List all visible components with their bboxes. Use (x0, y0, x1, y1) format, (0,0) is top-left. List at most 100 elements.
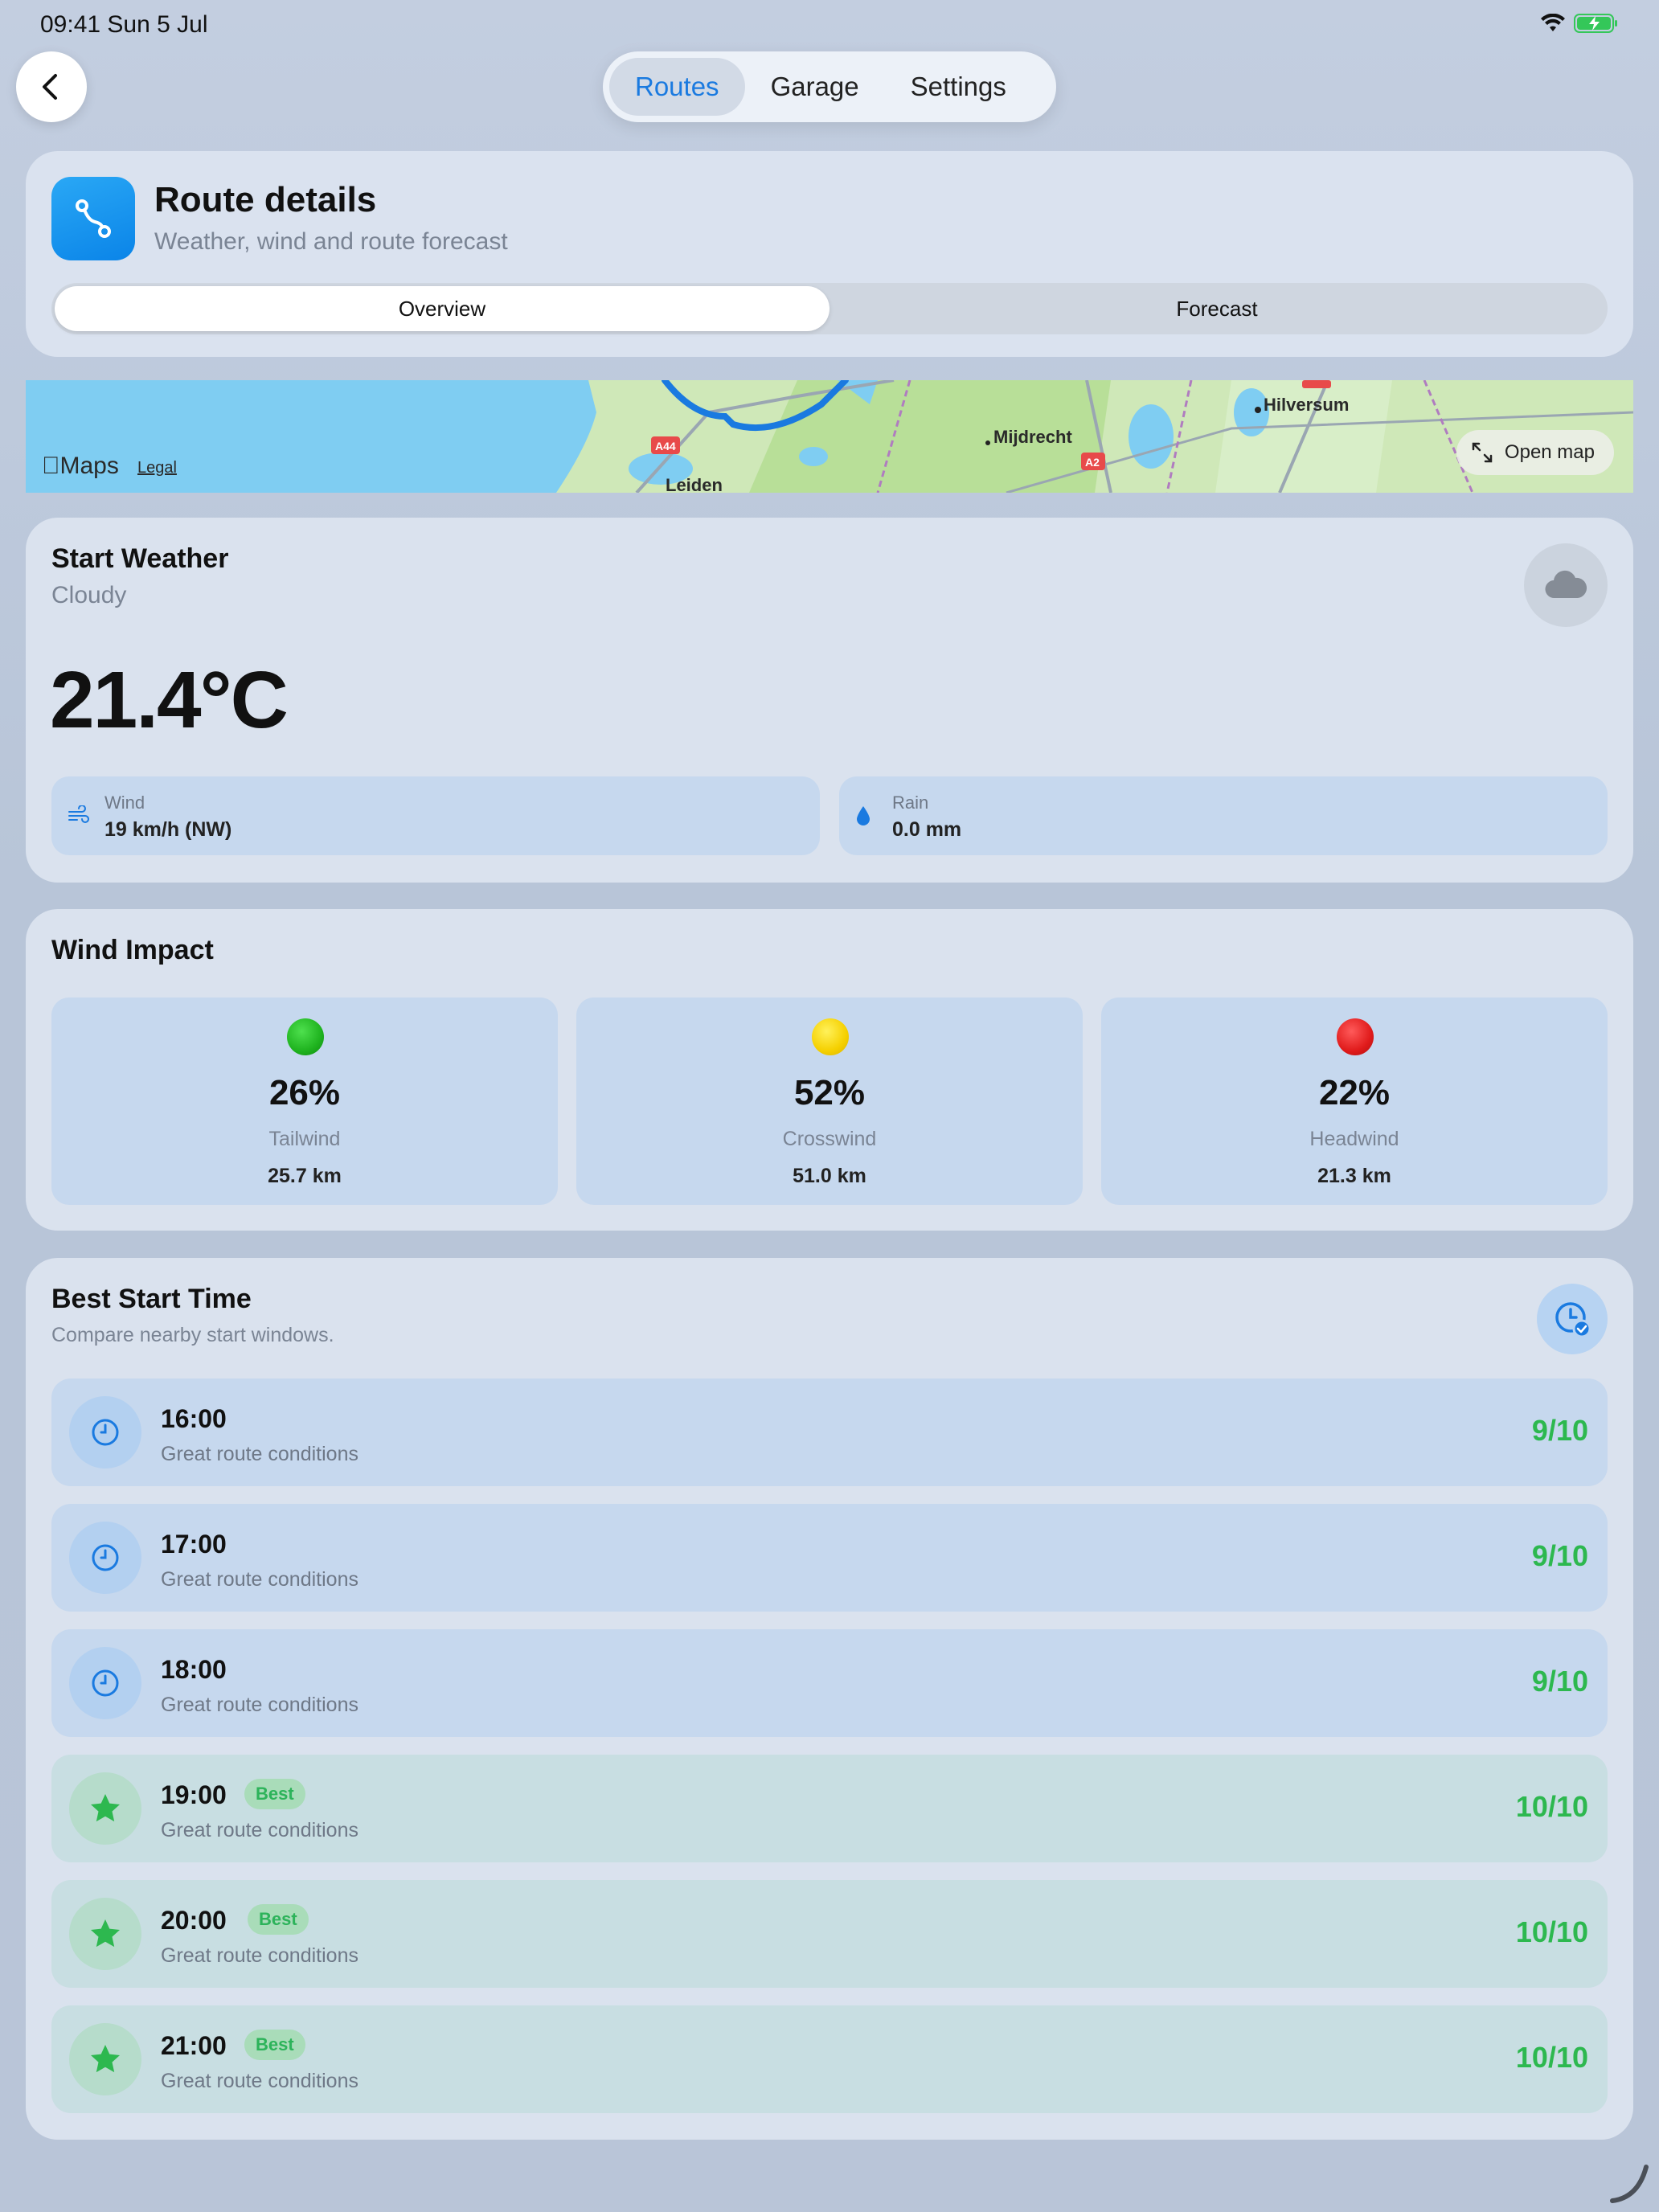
star-icon (69, 1898, 141, 1970)
best-badge: Best (248, 1904, 309, 1935)
rain-label: Rain (892, 793, 929, 813)
slot-description: Great route conditions (161, 1819, 358, 1841)
headwind-label: Headwind (1309, 1128, 1399, 1150)
status-time: 09:41 Sun 5 Jul (40, 11, 208, 38)
start-slot-1700[interactable]: 17:00 Great route conditions 9/10 (51, 1504, 1608, 1612)
page-subtitle: Weather, wind and route forecast (154, 228, 508, 255)
tailwind-indicator-icon (287, 1018, 324, 1055)
window-resize-handle[interactable] (1606, 2159, 1654, 2207)
map-label-hilversum: Hilversum (1264, 395, 1350, 415)
slot-time: 20:00 (161, 1906, 227, 1935)
wind-impact-card: Wind Impact 26% Tailwind 25.7 km 52% Cro… (26, 909, 1633, 1231)
slot-time: 16:00 (161, 1404, 227, 1433)
slot-time: 17:00 (161, 1530, 227, 1559)
view-segmented-control: Overview Forecast (51, 283, 1608, 334)
crosswind-distance: 51.0 km (793, 1165, 866, 1187)
segment-overview[interactable]: Overview (55, 286, 830, 331)
route-header-card: Route details Weather, wind and route fo… (26, 151, 1633, 357)
start-weather-card: Start Weather Cloudy 21.4°C Wind 19 km/h… (26, 518, 1633, 883)
cloud-icon (1545, 570, 1587, 599)
weather-condition-badge (1524, 543, 1608, 627)
wifi-icon (1541, 14, 1565, 31)
crosswind-label: Crosswind (782, 1128, 877, 1150)
star-icon (69, 2023, 141, 2095)
back-button[interactable] (16, 51, 87, 122)
apple-maps-logo: Maps (42, 453, 119, 479)
raindrop-icon (857, 806, 870, 825)
clock-check-icon (1555, 1302, 1591, 1338)
tab-garage[interactable]: Garage (745, 58, 885, 116)
slot-score: 10/10 (1515, 2041, 1588, 2074)
chevron-left-icon (43, 74, 57, 100)
slot-description: Great route conditions (161, 2070, 358, 2092)
temperature-value: 21.4°C (50, 655, 289, 745)
slot-description: Great route conditions (161, 1944, 358, 1967)
tailwind-box: 26% Tailwind 25.7 km (51, 997, 558, 1205)
start-slot-1900[interactable]: 19:00 Best Great route conditions 10/10 (51, 1755, 1608, 1862)
crosswind-box: 52% Crosswind 51.0 km (576, 997, 1083, 1205)
best-start-subtitle: Compare nearby start windows. (51, 1324, 334, 1346)
road-label-a44: A44 (655, 440, 676, 453)
best-badge: Best (244, 1779, 305, 1809)
tailwind-distance: 25.7 km (268, 1165, 342, 1187)
slot-description: Great route conditions (161, 1568, 358, 1591)
wind-impact-title: Wind Impact (51, 935, 214, 965)
start-slot-2100[interactable]: 21:00 Best Great route conditions 10/10 (51, 2005, 1608, 2113)
start-slot-1800[interactable]: 18:00 Great route conditions 9/10 (51, 1629, 1608, 1737)
clock-icon (69, 1522, 141, 1594)
map-tiles (556, 380, 1633, 493)
map-label-leiden: Leiden (666, 475, 723, 493)
rain-value: 0.0 mm (892, 818, 962, 841)
slot-score: 10/10 (1515, 1790, 1588, 1823)
route-icon (51, 177, 135, 260)
status-icons (1540, 13, 1619, 34)
crosswind-indicator-icon (812, 1018, 849, 1055)
battery-charging-icon (1574, 14, 1617, 33)
slot-score: 9/10 (1531, 1414, 1588, 1447)
status-bar: 09:41 Sun 5 Jul (0, 0, 1659, 51)
best-badge: Best (244, 2030, 305, 2060)
schedule-button[interactable] (1537, 1284, 1608, 1354)
road-label-a2: A2 (1085, 456, 1100, 469)
slot-time: 18:00 (161, 1655, 227, 1684)
segment-forecast[interactable]: Forecast (830, 286, 1604, 331)
wind-icon (68, 805, 89, 823)
rain-pill: Rain 0.0 mm (839, 776, 1608, 855)
map-label-mijdrecht: Mijdrecht (993, 427, 1072, 447)
tab-settings[interactable]: Settings (885, 58, 1032, 116)
wind-label: Wind (104, 793, 145, 813)
best-start-time-card: Best Start Time Compare nearby start win… (26, 1258, 1633, 2140)
tailwind-label: Tailwind (268, 1128, 341, 1150)
headwind-distance: 21.3 km (1317, 1165, 1391, 1187)
headwind-box: 22% Headwind 21.3 km (1101, 997, 1608, 1205)
slot-description: Great route conditions (161, 1694, 358, 1716)
slot-time: 21:00 (161, 2031, 227, 2060)
slot-description: Great route conditions (161, 1443, 358, 1465)
start-weather-title: Start Weather (51, 543, 229, 574)
clock-icon (69, 1647, 141, 1719)
slot-score: 9/10 (1531, 1539, 1588, 1572)
clock-icon (69, 1396, 141, 1469)
expand-icon (1472, 442, 1493, 463)
open-map-button[interactable]: Open map (1456, 430, 1614, 475)
tailwind-percent: 26% (268, 1073, 341, 1112)
start-slot-1600[interactable]: 16:00 Great route conditions 9/10 (51, 1378, 1608, 1486)
route-map[interactable]: Hilversum Mijdrecht Leiden A44 A2 Maps … (26, 380, 1633, 493)
start-slot-2000[interactable]: 20:00 Best Great route conditions 10/10 (51, 1880, 1608, 1988)
apple-logo-icon:  (42, 453, 60, 479)
tab-routes[interactable]: Routes (609, 58, 745, 116)
wind-pill: Wind 19 km/h (NW) (51, 776, 820, 855)
legal-link[interactable]: Legal (137, 459, 177, 477)
slot-score: 10/10 (1515, 1915, 1588, 1948)
slot-score: 9/10 (1531, 1665, 1588, 1698)
best-start-title: Best Start Time (51, 1284, 252, 1314)
wind-value: 19 km/h (NW) (104, 818, 232, 841)
page-title: Route details (154, 180, 377, 219)
headwind-percent: 22% (1318, 1073, 1391, 1112)
star-icon (69, 1772, 141, 1845)
slot-time: 19:00 (161, 1780, 227, 1809)
open-map-label: Open map (1504, 441, 1595, 463)
crosswind-percent: 52% (793, 1073, 866, 1112)
headwind-indicator-icon (1337, 1018, 1374, 1055)
weather-condition: Cloudy (51, 582, 127, 608)
